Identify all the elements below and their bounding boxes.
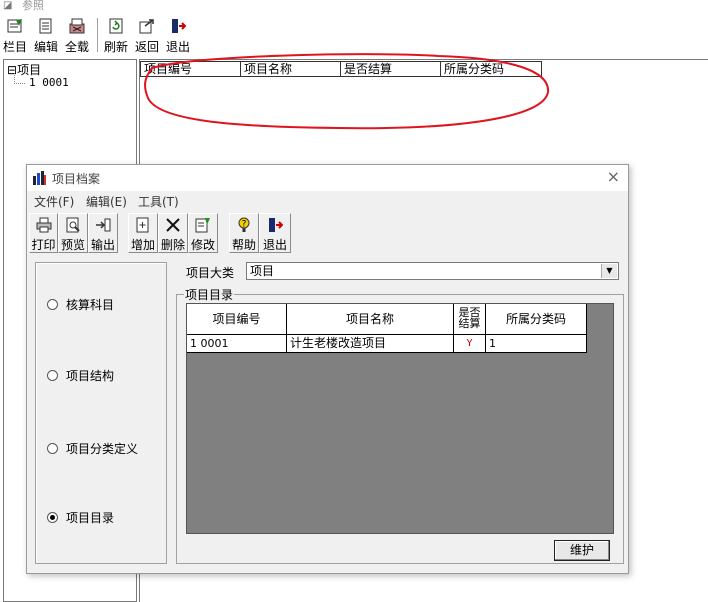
radio-selected-icon[interactable] [47, 512, 58, 523]
add-button-label: 增加 [130, 238, 155, 252]
print-icon [36, 217, 51, 233]
return-icon [139, 19, 154, 34]
menu-tools[interactable]: 工具(T) [138, 193, 179, 210]
tree-node-child[interactable]: 1 0001 [29, 76, 69, 89]
load-all-button[interactable]: 全载 [64, 18, 90, 55]
refresh-icon [109, 18, 123, 34]
print-button[interactable]: 打印 [29, 213, 58, 253]
option-project-classification[interactable]: 项目分类定义 [47, 440, 138, 457]
tree-connector [14, 73, 25, 84]
preview-icon [66, 217, 80, 233]
delete-button-label: 删除 [160, 238, 185, 252]
option-project-catalog[interactable]: 项目目录 [47, 509, 114, 526]
option-label: 项目结构 [66, 369, 115, 383]
grid-cell-code[interactable]: 1 0001 [187, 335, 287, 353]
column-button-label: 栏目 [2, 40, 27, 54]
radio-icon[interactable] [47, 299, 58, 310]
help-button[interactable]: ? 帮助 [229, 213, 259, 253]
maintain-button[interactable]: 维护 [554, 540, 610, 561]
main-title: 参照 [22, 0, 44, 12]
delete-icon [166, 218, 180, 232]
print-button-label: 打印 [31, 238, 56, 252]
load-all-button-label: 全载 [64, 40, 89, 54]
dialog-exit-button-label: 退出 [262, 238, 287, 252]
dialog-close-button[interactable]: × [607, 167, 620, 186]
dialog-menu-bar: 文件(F) 编辑(E) 工具(T) [27, 191, 628, 209]
dialog-exit-button[interactable]: 退出 [259, 213, 291, 253]
modify-icon [195, 218, 210, 233]
option-label: 核算科目 [66, 298, 115, 312]
main-title-bar: ◪ 参照 [0, 0, 708, 14]
exit-icon [269, 218, 283, 232]
menu-file[interactable]: 文件(F) [34, 193, 74, 210]
grid-cell-settled[interactable]: Y [454, 335, 486, 353]
option-accounting-subject[interactable]: 核算科目 [47, 296, 114, 313]
grid-header-settled[interactable]: 是否 结算 [454, 304, 486, 335]
project-archive-dialog: 项目档案 × 文件(F) 编辑(E) 工具(T) 打印 预览 输出 增加 删除 … [26, 164, 629, 574]
catalog-group-title: 项目目录 [184, 286, 235, 303]
preview-button[interactable]: 预览 [58, 213, 88, 253]
edit-button-label: 编辑 [33, 40, 58, 54]
category-select-value: 项目 [250, 264, 275, 278]
preview-button-label: 预览 [60, 238, 85, 252]
bar-chart-icon [33, 171, 46, 185]
option-project-structure[interactable]: 项目结构 [47, 367, 114, 384]
edit-button[interactable]: 编辑 [33, 18, 59, 55]
refresh-button-label: 刷新 [103, 40, 128, 54]
grid-header-name[interactable]: 项目名称 [287, 304, 454, 335]
red-annotation-ellipse [144, 53, 550, 130]
category-label: 项目大类 [186, 266, 235, 280]
load-all-icon [69, 18, 85, 34]
help-icon: ? [238, 217, 250, 232]
edit-icon [39, 18, 52, 34]
category-select[interactable]: 项目 ▼ [246, 262, 619, 280]
help-button-label: 帮助 [231, 238, 256, 252]
radio-icon[interactable] [47, 443, 58, 454]
grid-cell-class-code[interactable]: 1 [486, 335, 587, 353]
toolbar-separator [97, 18, 101, 52]
option-label: 项目目录 [66, 511, 115, 525]
options-panel: 核算科目 项目结构 项目分类定义 项目目录 [35, 262, 167, 564]
grid-header-class-code[interactable]: 所属分类码 [486, 304, 587, 335]
chevron-down-icon[interactable]: ▼ [601, 264, 617, 278]
column-icon [7, 19, 22, 33]
menu-edit[interactable]: 编辑(E) [86, 193, 127, 210]
dialog-title: 项目档案 [52, 172, 101, 186]
dialog-title-bar: 项目档案 × [27, 165, 628, 191]
export-button[interactable]: 输出 [88, 213, 118, 253]
export-button-label: 输出 [90, 238, 115, 252]
add-icon [136, 217, 149, 233]
grid-header-code[interactable]: 项目编号 [187, 304, 287, 335]
option-label: 项目分类定义 [66, 442, 139, 456]
export-icon [96, 218, 111, 232]
modify-button-label: 修改 [190, 238, 215, 252]
catalog-grid[interactable]: 项目编号 项目名称 是否 结算 所属分类码 1 0001 计生老楼改造项目 Y 1 [186, 303, 614, 534]
modify-button[interactable]: 修改 [188, 213, 218, 253]
delete-button[interactable]: 删除 [158, 213, 188, 253]
refresh-button[interactable]: 刷新 [103, 18, 129, 55]
add-button[interactable]: 增加 [128, 213, 158, 253]
grid-cell-name[interactable]: 计生老楼改造项目 [287, 335, 454, 353]
app-icon: ◪ [3, 0, 13, 11]
radio-icon[interactable] [47, 370, 58, 381]
exit-icon [172, 19, 186, 33]
grid-header-settled-line2: 结算 [458, 317, 481, 330]
column-button[interactable]: 栏目 [2, 18, 28, 55]
